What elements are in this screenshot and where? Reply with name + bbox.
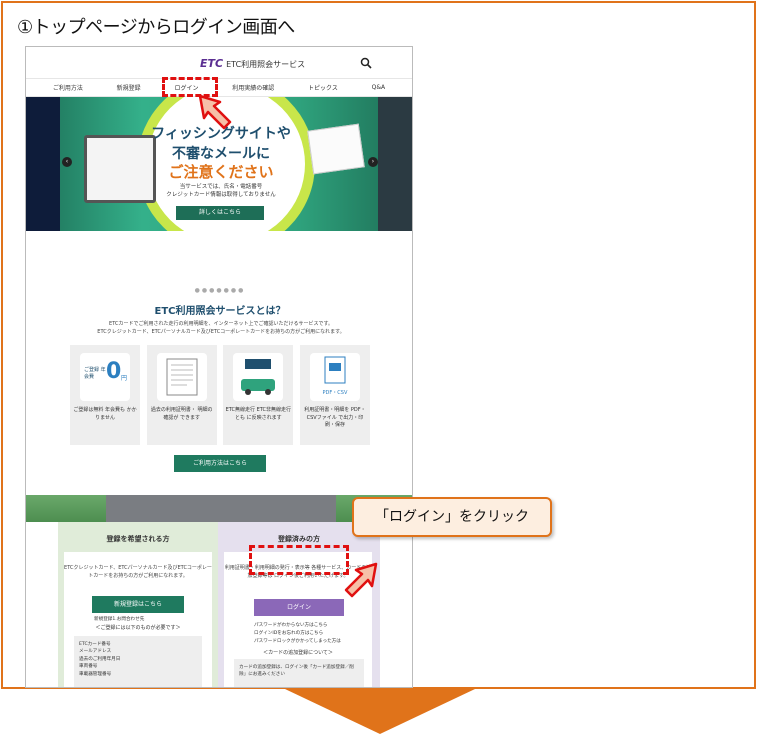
- carousel-prev-icon[interactable]: ‹: [62, 157, 72, 167]
- hero-note: 当サービスでは、氏名・電話番号 クレジットカード情報は取得しておりません: [166, 184, 276, 198]
- logo-mark: ETC: [200, 57, 224, 70]
- pointer-arrow-icon: [198, 94, 232, 130]
- feature-card-text: ETC無線走行 ETC非無線走行とも に反映されます: [225, 407, 292, 421]
- carousel-dots[interactable]: ●●●●●●●: [26, 287, 412, 294]
- next-step-arrow-icon: [285, 689, 475, 734]
- card-add-title: ＜カードの追加登録について＞: [263, 650, 333, 656]
- carousel-next-icon[interactable]: ›: [368, 157, 378, 167]
- forgot-id-link[interactable]: ログインIDをお忘れの方はこちら: [254, 630, 323, 636]
- logo-text: ETC利用照会サービス: [226, 60, 306, 69]
- feature-card-text: 過去の利用証明書・ 明細の確認が できます: [150, 407, 213, 421]
- car-icon: [233, 353, 284, 401]
- free-yen-icon: ご登録 年会費 0 円: [80, 353, 130, 401]
- new-register-button[interactable]: 新規登録はこちら: [92, 596, 184, 613]
- site-header: ETC ETC利用照会サービス: [26, 47, 412, 79]
- nav-register[interactable]: 新規登録: [117, 83, 141, 92]
- how-to-use-button[interactable]: ご利用方法はこちら: [174, 455, 266, 472]
- nav-topics[interactable]: トピックス: [308, 83, 338, 92]
- card-add-note: カードの追加登録は、ログイン後「カード追加登録／削除」にお進みください: [234, 659, 364, 687]
- hero-line-2: 不審なメールに: [172, 146, 270, 162]
- instruction-callout: 「ログイン」をクリック: [352, 497, 552, 537]
- hero-line-3: ご注意ください: [168, 163, 274, 181]
- forgot-password-link[interactable]: パスワードがわからない方はこちら: [254, 622, 328, 628]
- login-button[interactable]: ログイン: [254, 599, 344, 616]
- register-panel: 登録を希望される方 ETCクレジットカード、ETCパーソナルカード及びETCコー…: [58, 522, 218, 687]
- envelope-illustration: [307, 123, 365, 175]
- feature-cards: ご登録 年会費 0 円 ご登録は無料 年会費も かかりません 過去の利用証明書・…: [70, 345, 370, 445]
- step-title: ①トップページからログイン画面へ: [17, 17, 295, 38]
- nav-usage[interactable]: ご利用方法: [53, 83, 83, 92]
- register-panel-desc: ETCクレジットカード、ETCパーソナルカード及びETCコーポレートカードをお持…: [64, 565, 212, 579]
- search-icon[interactable]: [360, 57, 372, 69]
- hero-details-button[interactable]: 詳しくはこちら: [175, 205, 265, 221]
- pdf-csv-icon: PDF・CSV: [309, 353, 360, 401]
- register-help-link[interactable]: 新規登録1.お問合わせ先: [94, 616, 144, 622]
- pointer-arrow-icon: [344, 562, 378, 598]
- about-description: ETCカードでご利用された走行の利用明細を、インターネット上でご確認いただけるサ…: [97, 321, 345, 335]
- feature-card-wireless: ETC無線走行 ETC非無線走行とも に反映されます: [223, 345, 294, 445]
- site-logo[interactable]: ETC ETC利用照会サービス: [200, 57, 305, 70]
- feature-card-text: 利用証明書・明細を PDF・CSVファイル で出力・印刷・保存: [304, 407, 366, 428]
- nav-qa[interactable]: Q&A: [372, 84, 386, 91]
- requirements-title: ＜ご登録には以下のものが必要です＞: [95, 625, 181, 631]
- about-title: ETC利用照会サービスとは？: [154, 306, 286, 317]
- register-panel-title: 登録を希望される方: [106, 535, 170, 543]
- feature-card-text: ご登録は無料 年会費も かかりません: [73, 407, 137, 421]
- password-lock-link[interactable]: パスワードロックがかかってしまった方は: [254, 638, 341, 644]
- feature-card-history: 過去の利用証明書・ 明細の確認が できます: [146, 345, 217, 445]
- feature-card-pdf: PDF・CSV 利用証明書・明細を PDF・CSVファイル で出力・印刷・保存: [299, 345, 370, 445]
- nav-usage-history[interactable]: 利用実績の確認: [232, 83, 274, 92]
- document-icon: [156, 353, 207, 401]
- requirements-list: ETCカード番号 メールアドレス 過去のご利用年月日 車両番号 車載器管理番号: [74, 636, 202, 687]
- feature-card-free: ご登録 年会費 0 円 ご登録は無料 年会費も かかりません: [70, 345, 140, 445]
